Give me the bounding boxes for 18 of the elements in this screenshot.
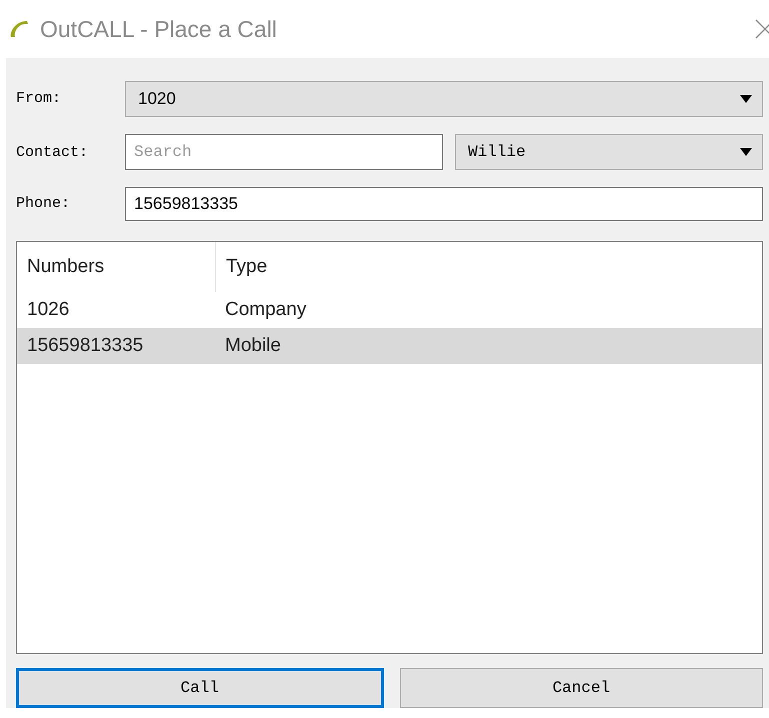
field-label: From: [16,90,62,108]
from-dropdown[interactable]: 1020 [125,80,763,117]
phone-field[interactable]: 15659813335 [125,186,763,221]
call-button[interactable]: Call [16,668,384,708]
field-label: Phone: [16,195,72,212]
window-title: OutCALL - Place a Call [40,16,277,42]
search-field[interactable]: Search [125,134,443,170]
column-header[interactable]: Type [215,242,762,292]
caret-icon [740,94,752,103]
list-row[interactable]: 1026 Company [17,292,762,328]
column-header[interactable]: Numbers [17,256,215,278]
close-icon[interactable] [755,19,769,39]
cancel-button[interactable]: Cancel [400,668,763,708]
field-label: Contact: [16,144,90,161]
caret-icon [740,148,752,156]
contact-dropdown[interactable]: Willie [455,134,763,170]
phone-icon [8,18,30,40]
list-row[interactable]: 15659813335 Mobile [17,328,762,364]
